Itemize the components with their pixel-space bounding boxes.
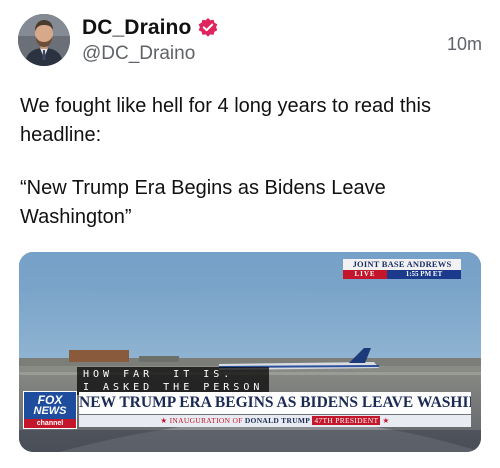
display-name[interactable]: DC_Draino — [82, 16, 191, 40]
fox-news-logo: FOX NEWS channel — [23, 391, 77, 429]
logo-line-3: channel — [24, 419, 76, 428]
logo-line-2: NEWS — [33, 405, 67, 417]
post-header: DC_Draino @DC_Draino 10m — [18, 14, 482, 68]
bug-location: JOINT BASE ANDREWS — [343, 259, 461, 270]
post-timestamp[interactable]: 10m — [447, 34, 482, 55]
post-media-image[interactable]: JOINT BASE ANDREWS LIVE 1:55 PM ET HOW F… — [19, 252, 481, 452]
display-name-row: DC_Draino — [82, 16, 219, 40]
author-names: DC_Draino @DC_Draino — [82, 16, 219, 65]
bug-live-row: LIVE 1:55 PM ET — [343, 270, 461, 279]
avatar-photo — [18, 14, 70, 66]
news-location-bug: JOINT BASE ANDREWS LIVE 1:55 PM ET — [343, 259, 461, 279]
bug-live-label: LIVE — [343, 270, 387, 279]
ticker-suffix: ★ — [380, 416, 390, 425]
verified-badge-icon — [197, 17, 219, 39]
ticker-tag: 47TH PRESIDENT — [312, 416, 381, 425]
chyron-ticker: ★ INAUGURATION OF DONALD TRUMP 47TH PRES… — [79, 415, 471, 427]
chyron-headline: NEW TRUMP ERA BEGINS AS BIDENS LEAVE WAS… — [79, 392, 471, 414]
author-handle[interactable]: @DC_Draino — [82, 43, 219, 65]
post-card: DC_Draino @DC_Draino 10m We fought like … — [0, 0, 500, 468]
caption-line: HOW FAR IT IS. — [83, 369, 234, 380]
news-chyron: FOX NEWS channel NEW TRUMP ERA BEGINS AS… — [23, 391, 475, 429]
post-text-quote: “New Trump Era Begins as Bidens Leave Wa… — [20, 177, 386, 228]
ticker-prefix: ★ INAUGURATION OF — [160, 416, 245, 425]
post-text-paragraph: We fought like hell for 4 long years to … — [20, 95, 431, 146]
ticker-name: DONALD TRUMP — [244, 416, 311, 425]
bug-time: 1:55 PM ET — [387, 270, 461, 279]
avatar[interactable] — [18, 14, 70, 66]
post-text: We fought like hell for 4 long years to … — [20, 92, 480, 232]
